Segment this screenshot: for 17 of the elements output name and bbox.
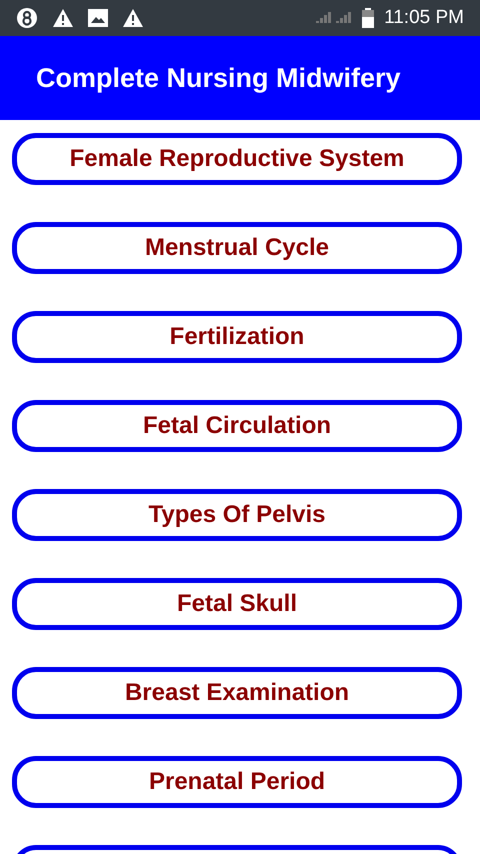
image-icon bbox=[88, 9, 108, 27]
clock-text: 11:05 PM bbox=[384, 6, 464, 30]
battery-icon bbox=[362, 8, 374, 28]
warning-icon bbox=[122, 8, 144, 28]
topic-button[interactable]: Fetal Skull bbox=[12, 578, 462, 630]
signal-icon bbox=[336, 11, 352, 25]
warning-icon bbox=[52, 8, 74, 28]
topic-button[interactable]: Prenatal Period bbox=[12, 756, 462, 808]
topic-button[interactable]: Fertilization bbox=[12, 311, 462, 363]
topic-button[interactable]: Female Reproductive System bbox=[12, 133, 462, 185]
topic-button[interactable]: Fetal Circulation bbox=[12, 400, 462, 452]
app-title: Complete Nursing Midwifery bbox=[36, 62, 401, 95]
app-notification-icon bbox=[16, 7, 38, 29]
topic-button[interactable]: Menstrual Cycle bbox=[12, 222, 462, 274]
signal-icon bbox=[316, 11, 332, 25]
topic-button[interactable]: Types Of Pelvis bbox=[12, 489, 462, 541]
topic-button[interactable]: Breast Examination bbox=[12, 667, 462, 719]
